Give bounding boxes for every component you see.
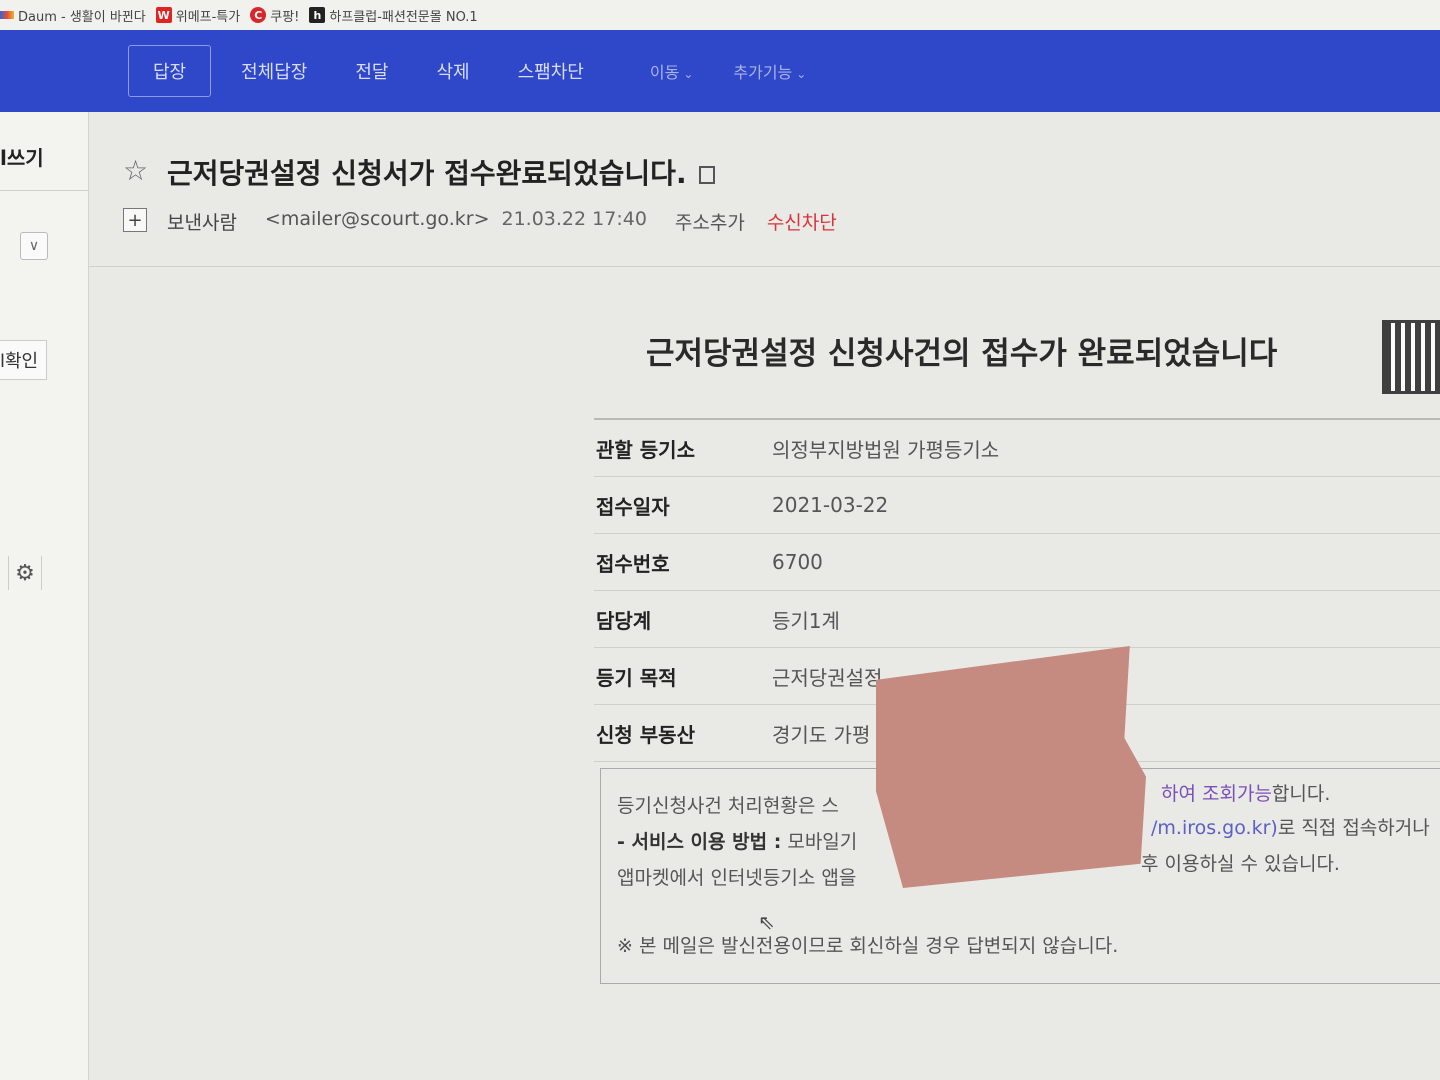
bookmark-label: 하프클럽-패션전문몰 NO.1 bbox=[329, 9, 478, 25]
mail-subject: 근저당권설정 신청서가 접수완료되었습니다. bbox=[167, 152, 715, 192]
notice-text: 합니다. bbox=[1271, 783, 1331, 805]
row-key: 담당계 bbox=[594, 590, 771, 648]
row-value: 의정부지방법원 가평등기소 bbox=[771, 419, 1440, 477]
block-receive-button[interactable]: 수신차단 bbox=[767, 208, 837, 235]
bookmark-label: 위메프-특가 bbox=[175, 9, 241, 25]
sender-email[interactable]: <mailer@scourt.go.kr> bbox=[265, 208, 490, 235]
delete-button[interactable]: 삭제 bbox=[437, 58, 470, 84]
notice-line: 앱마켓에서 인터넷등기소 앱을 bbox=[617, 867, 857, 889]
copy-icon[interactable] bbox=[698, 166, 715, 184]
bookmark-coupang[interactable]: C 쿠팡! bbox=[250, 6, 299, 25]
plus-icon[interactable]: + bbox=[123, 208, 147, 232]
notice-text: 모바일기 bbox=[781, 831, 858, 853]
body-title: 근저당권설정 신청사건의 접수가 완료되었습니다 bbox=[646, 336, 1278, 372]
coupang-icon: C bbox=[250, 7, 267, 23]
mail-toolbar: 답장 전체답장 전달 삭제 스팸차단 이동 ⌄ 추가기능 ⌄ bbox=[0, 30, 1440, 112]
notice-bold: - 서비스 이용 방법 : bbox=[617, 831, 782, 853]
table-row: 관할 등기소 의정부지방법원 가평등기소 bbox=[594, 419, 1440, 477]
bookmark-wemakeprice[interactable]: W 위메프-특가 bbox=[155, 6, 241, 25]
gear-icon[interactable]: ⚙ bbox=[8, 556, 42, 590]
notice-line-right: 후 이용하실 수 있습니다. bbox=[1141, 853, 1340, 875]
notice-link[interactable]: 하여 조회가능 bbox=[1161, 783, 1272, 805]
move-dropdown[interactable]: 이동 ⌄ bbox=[650, 59, 694, 83]
confirm-button[interactable]: l확인 bbox=[0, 340, 48, 380]
divider bbox=[0, 190, 88, 191]
row-value: 6700 bbox=[771, 533, 1440, 591]
notice-line: - 서비스 이용 방법 : 모바일기 bbox=[617, 827, 857, 854]
forward-button[interactable]: 전달 bbox=[355, 58, 388, 84]
sender-label: 보낸사람 bbox=[167, 212, 237, 234]
bookmark-halfclub[interactable]: h 하프클럽-패션전문몰 NO.1 bbox=[309, 6, 478, 25]
row-key: 접수일자 bbox=[594, 476, 771, 534]
table-row: 담당계 등기1계 bbox=[594, 590, 1440, 648]
move-label: 이동 bbox=[649, 63, 680, 82]
qr-code-icon bbox=[1382, 320, 1440, 394]
subject-text: 근저당권설정 신청서가 접수완료되었습니다. bbox=[167, 157, 687, 190]
more-dropdown[interactable]: 추가기능 ⌄ bbox=[733, 59, 806, 83]
bookmark-label: Daum - 생활이 바뀐다 bbox=[18, 9, 146, 25]
row-key: 등기 목적 bbox=[594, 647, 771, 705]
add-address-button[interactable]: 주소추가 bbox=[675, 208, 745, 235]
row-key: 관할 등기소 bbox=[594, 419, 771, 477]
sender-row: 보낸사람 <mailer@scourt.go.kr> 21.03.22 17:4… bbox=[167, 208, 837, 235]
table-row: 접수일자 2021-03-22 bbox=[594, 476, 1440, 534]
spam-block-button[interactable]: 스팸차단 bbox=[518, 58, 584, 84]
chevron-down-icon[interactable]: ∨ bbox=[20, 232, 48, 260]
reply-button[interactable]: 답장 bbox=[128, 45, 212, 97]
row-value: 등기1계 bbox=[771, 590, 1440, 648]
sidebar: l쓰기 ∨ l확인 ⚙ bbox=[0, 112, 89, 1080]
row-key: 신청 부동산 bbox=[594, 704, 771, 762]
notice-line-right: /m.iros.go.kr)로 직접 접속하거나 bbox=[1151, 813, 1430, 840]
notice-footer: ※ 본 메일은 발신전용이므로 회신하실 경우 답변되지 않습니다. bbox=[617, 935, 1119, 957]
notice-line-right: 하여 조회가능합니다. bbox=[1161, 779, 1330, 806]
reply-all-button[interactable]: 전체답장 bbox=[241, 58, 307, 84]
bookmarks-bar: Daum - 생활이 바뀐다 W 위메프-특가 C 쿠팡! h 하프클럽-패션전… bbox=[0, 0, 1440, 30]
star-icon[interactable]: ☆ bbox=[123, 154, 148, 187]
bookmark-label: 쿠팡! bbox=[270, 9, 300, 25]
row-key: 접수번호 bbox=[594, 533, 771, 591]
redaction-sticker bbox=[876, 646, 1146, 888]
bookmark-daum[interactable]: Daum - 생활이 바뀐다 bbox=[0, 6, 146, 25]
daum-logo-icon bbox=[0, 11, 14, 19]
write-mail-button[interactable]: l쓰기 bbox=[0, 142, 44, 171]
mouse-cursor-icon: ⇖ bbox=[758, 910, 775, 934]
mail-date: 21.03.22 17:40 bbox=[501, 208, 647, 230]
halfclub-icon: h bbox=[309, 7, 326, 23]
iros-link[interactable]: /m.iros.go.kr) bbox=[1151, 817, 1278, 839]
row-value: 2021-03-22 bbox=[771, 476, 1440, 534]
chevron-down-icon: ⌄ bbox=[796, 67, 807, 81]
table-row: 접수번호 6700 bbox=[594, 533, 1440, 591]
divider bbox=[89, 266, 1440, 267]
chevron-down-icon: ⌄ bbox=[683, 67, 694, 81]
more-label: 추가기능 bbox=[733, 63, 793, 82]
notice-line: 등기신청사건 처리현황은 스 bbox=[617, 795, 839, 817]
notice-text: 로 직접 접속하거나 bbox=[1277, 817, 1430, 839]
wemakeprice-icon: W bbox=[155, 7, 172, 23]
mail-header: ☆ 근저당권설정 신청서가 접수완료되었습니다. + 보낸사람 <mailer@… bbox=[89, 112, 1440, 266]
